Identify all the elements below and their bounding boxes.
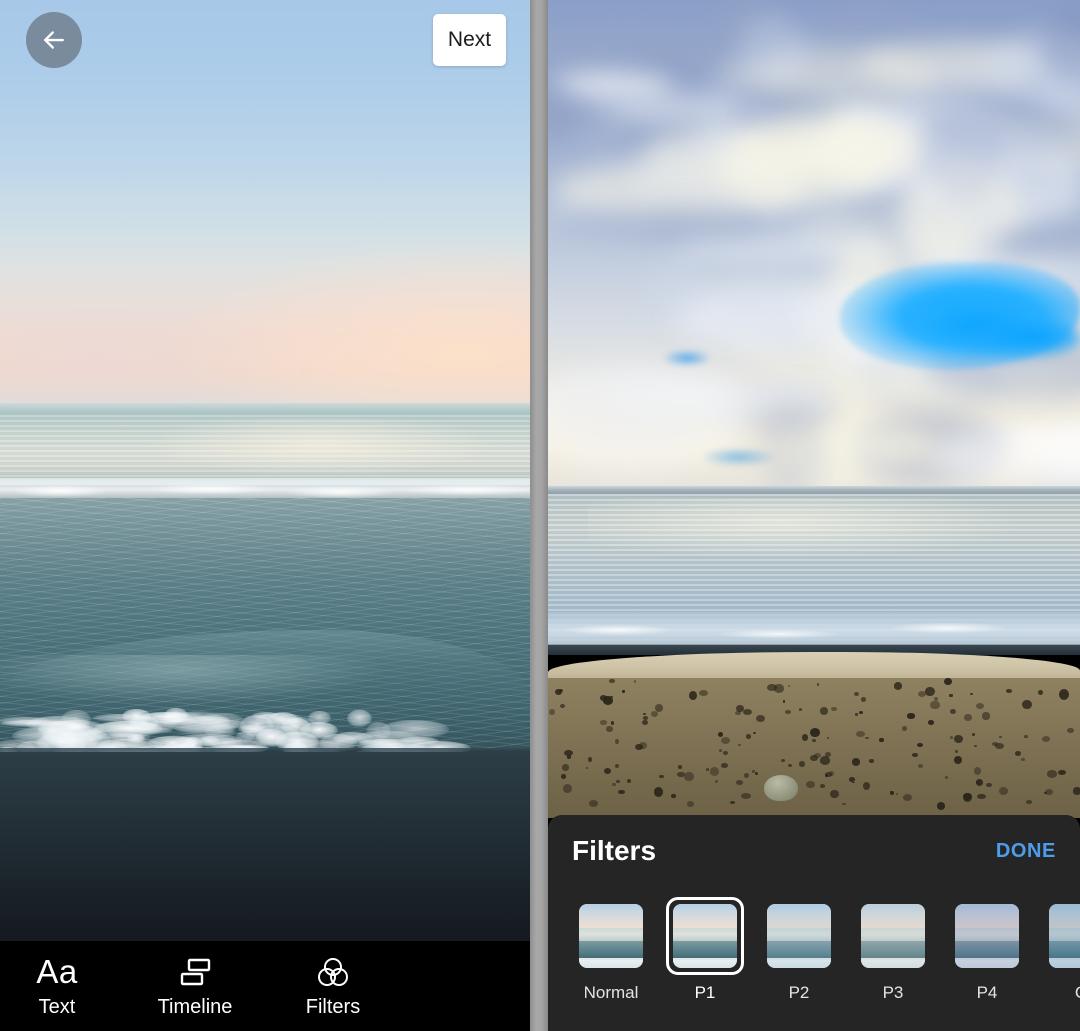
sandy-beach — [548, 678, 1080, 818]
filter-thumb-wrapper — [572, 897, 650, 975]
panel-divider — [530, 0, 548, 1031]
filter-thumb-wrapper — [854, 897, 932, 975]
filter-thumbnail-image — [673, 904, 737, 968]
filter-label: P1 — [694, 983, 716, 1002]
done-button[interactable]: DONE — [996, 840, 1056, 863]
text-aa-icon: Aa — [36, 953, 78, 990]
filter-thumb-wrapper — [760, 897, 838, 975]
next-button-label: Next — [447, 28, 492, 51]
arrow-left-icon — [44, 31, 64, 49]
filter-thumbnail-image — [579, 904, 643, 968]
water-shine — [150, 418, 490, 476]
blue-sky-sliver-2 — [704, 448, 774, 466]
filter-thumb-wrapper — [666, 897, 744, 975]
toolbar-label-filters: Filters — [305, 995, 361, 1018]
filter-thumbnail-image — [767, 904, 831, 968]
filter-thumbnail-image — [955, 904, 1019, 968]
toolbar-item-filters[interactable]: Filters — [290, 954, 376, 1019]
filters-circles-icon — [316, 954, 350, 990]
toolbar-label-timeline: Timeline — [157, 995, 233, 1018]
beach-rock — [764, 775, 798, 801]
filter-item-c[interactable]: C — [1042, 897, 1080, 1027]
filter-thumbnail-image — [861, 904, 925, 968]
dark-sand — [0, 752, 530, 942]
filter-thumb-wrapper — [1042, 897, 1080, 975]
blue-sky-patch-3 — [970, 318, 1080, 358]
filter-item-p2[interactable]: P2 — [760, 897, 838, 1027]
toolbar-item-timeline[interactable]: Timeline — [152, 954, 238, 1019]
editor-toolbar: Aa Text Timeline Filters — [0, 941, 530, 1031]
filter-thumbnail-strip[interactable]: Normal P1 P2 P3 P4 C — [548, 897, 1080, 1027]
blue-sky-sliver — [664, 350, 710, 366]
filter-label: P3 — [882, 983, 904, 1002]
filter-item-normal[interactable]: Normal — [572, 897, 650, 1027]
right-editor-preview: Filters DONE Normal P1 P2 P3 P4 C — [548, 0, 1080, 1031]
water-shine — [588, 498, 1018, 558]
filters-panel-header: Filters DONE — [548, 815, 1080, 887]
back-button[interactable] — [26, 12, 82, 68]
filter-item-p3[interactable]: P3 — [854, 897, 932, 1027]
filter-thumbnail-image — [1049, 904, 1080, 968]
filter-item-p4[interactable]: P4 — [948, 897, 1026, 1027]
toolbar-label-text: Text — [38, 995, 76, 1018]
ocean-swell-highlight — [0, 655, 390, 705]
filters-panel-title: Filters — [572, 835, 657, 866]
next-button[interactable]: Next — [433, 14, 506, 66]
toolbar-item-text[interactable]: Aa Text — [14, 954, 100, 1019]
filter-label: P2 — [788, 983, 810, 1002]
filters-panel: Filters DONE Normal P1 P2 P3 P4 C — [548, 815, 1080, 1031]
timeline-icon — [178, 954, 212, 990]
filter-label: C — [1075, 983, 1080, 1003]
left-editor-preview: Next Aa Text Timeline Filters — [0, 0, 530, 1031]
filter-label: P4 — [976, 983, 998, 1002]
app-root: Next Aa Text Timeline Filters Filters DO… — [0, 0, 1080, 1031]
filter-label: Normal — [583, 983, 639, 1002]
filter-thumb-wrapper — [948, 897, 1026, 975]
filter-item-p1[interactable]: P1 — [666, 897, 744, 1027]
